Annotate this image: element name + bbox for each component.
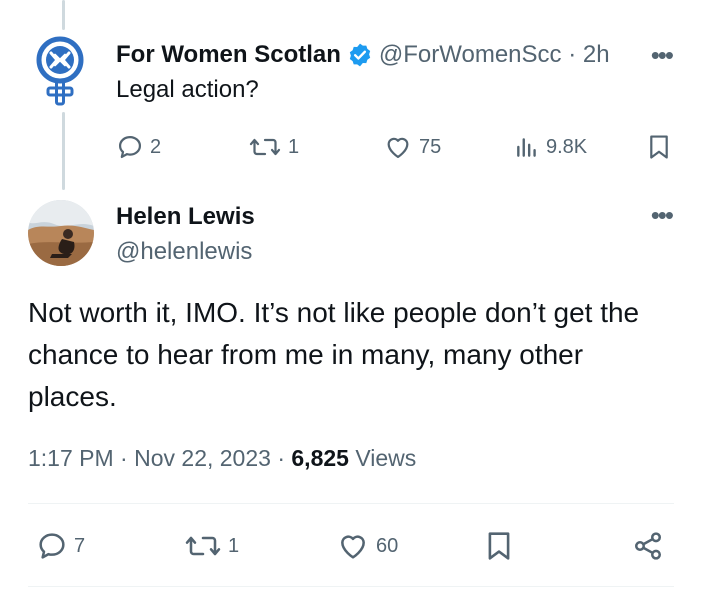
reply-like-button[interactable]: 60: [336, 530, 398, 562]
reply-more-options-icon[interactable]: •••: [651, 200, 674, 231]
reply-views-count: 6,825: [291, 445, 349, 471]
reply-tweet-meta: 1:17 PM · Nov 22, 2023 · 6,825 Views: [28, 445, 416, 472]
reply-share-button[interactable]: [632, 530, 664, 562]
helen-lewis-avatar[interactable]: [28, 200, 94, 266]
divider-bottom: [28, 586, 674, 587]
reply-author-name[interactable]: Helen Lewis: [116, 203, 255, 231]
parent-author-name[interactable]: For Women Scotlan: [116, 41, 341, 69]
parent-handle-time[interactable]: @ForWomenScc · 2h: [379, 41, 610, 69]
heart-icon: [341, 535, 365, 559]
bookmark-icon: [650, 135, 668, 159]
heart-icon: [387, 137, 409, 159]
parent-tweet-text: Legal action?: [116, 76, 259, 103]
verified-badge-icon: [349, 43, 371, 67]
parent-views-count: 9.8K: [546, 135, 588, 158]
reply-like-count: 60: [376, 534, 399, 557]
parent-more-options-icon[interactable]: •••: [651, 40, 674, 71]
reply-icon: [39, 533, 65, 559]
reply-retweet-button[interactable]: 1: [184, 530, 239, 562]
meta-separator: ·: [277, 445, 285, 471]
reply-reply-count: 7: [74, 534, 86, 557]
reply-action-bar: 7 1 60: [0, 528, 702, 564]
thread-line-top: [62, 0, 65, 30]
parent-retweet-button[interactable]: 1: [248, 133, 299, 161]
parent-like-button[interactable]: 75: [383, 133, 441, 161]
reply-time[interactable]: 1:17 PM: [28, 445, 114, 471]
reply-bookmark-button[interactable]: [486, 530, 512, 562]
reply-author-handle[interactable]: @helenlewis: [116, 238, 252, 266]
bookmark-icon: [488, 532, 510, 560]
divider-top: [28, 503, 674, 504]
reply-tweet-text: Not worth it, IMO. It’s not like people …: [28, 297, 640, 412]
parent-reply-count: 2: [150, 135, 162, 158]
parent-reply-button[interactable]: 2: [116, 133, 161, 161]
reply-views-label: Views: [355, 445, 417, 471]
tweet-thread-view: For Women Scotlan @ForWomenScc · 2h ••• …: [0, 0, 702, 600]
for-women-scotland-avatar[interactable]: [30, 36, 90, 108]
reply-date[interactable]: Nov 22, 2023: [134, 445, 271, 471]
retweet-icon: [185, 536, 221, 556]
parent-retweet-count: 1: [288, 135, 300, 158]
reply-retweet-count: 1: [228, 534, 240, 557]
share-nodes-icon: [635, 532, 661, 560]
parent-tweet-header: For Women Scotlan @ForWomenScc · 2h: [116, 38, 610, 72]
reply-reply-button[interactable]: 7: [36, 530, 85, 562]
retweet-icon: [249, 138, 281, 156]
parent-action-bar: 2 1 75 9.8K: [0, 130, 702, 164]
views-chart-icon: [517, 138, 536, 157]
parent-views-button[interactable]: 9.8K: [514, 133, 587, 161]
parent-bookmark-button[interactable]: [648, 133, 670, 161]
parent-like-count: 75: [419, 135, 442, 158]
reply-icon: [118, 135, 142, 159]
meta-separator: ·: [120, 445, 128, 471]
